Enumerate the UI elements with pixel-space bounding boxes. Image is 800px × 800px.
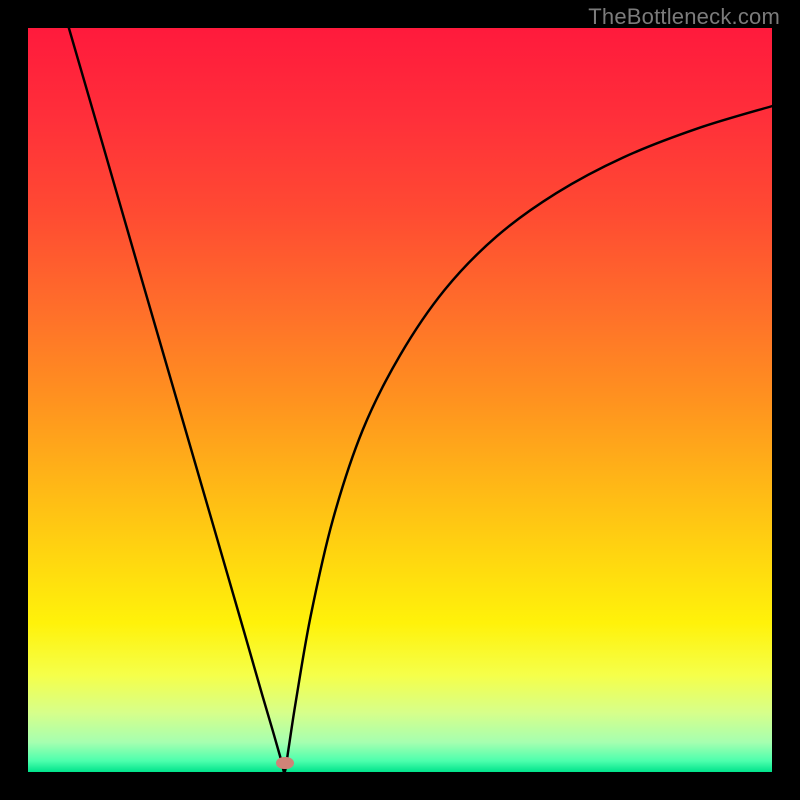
plot-area — [28, 28, 772, 772]
chart-frame: TheBottleneck.com — [0, 0, 800, 800]
watermark-text: TheBottleneck.com — [588, 4, 780, 30]
bottleneck-curve — [28, 28, 772, 772]
minimum-marker — [276, 757, 294, 769]
